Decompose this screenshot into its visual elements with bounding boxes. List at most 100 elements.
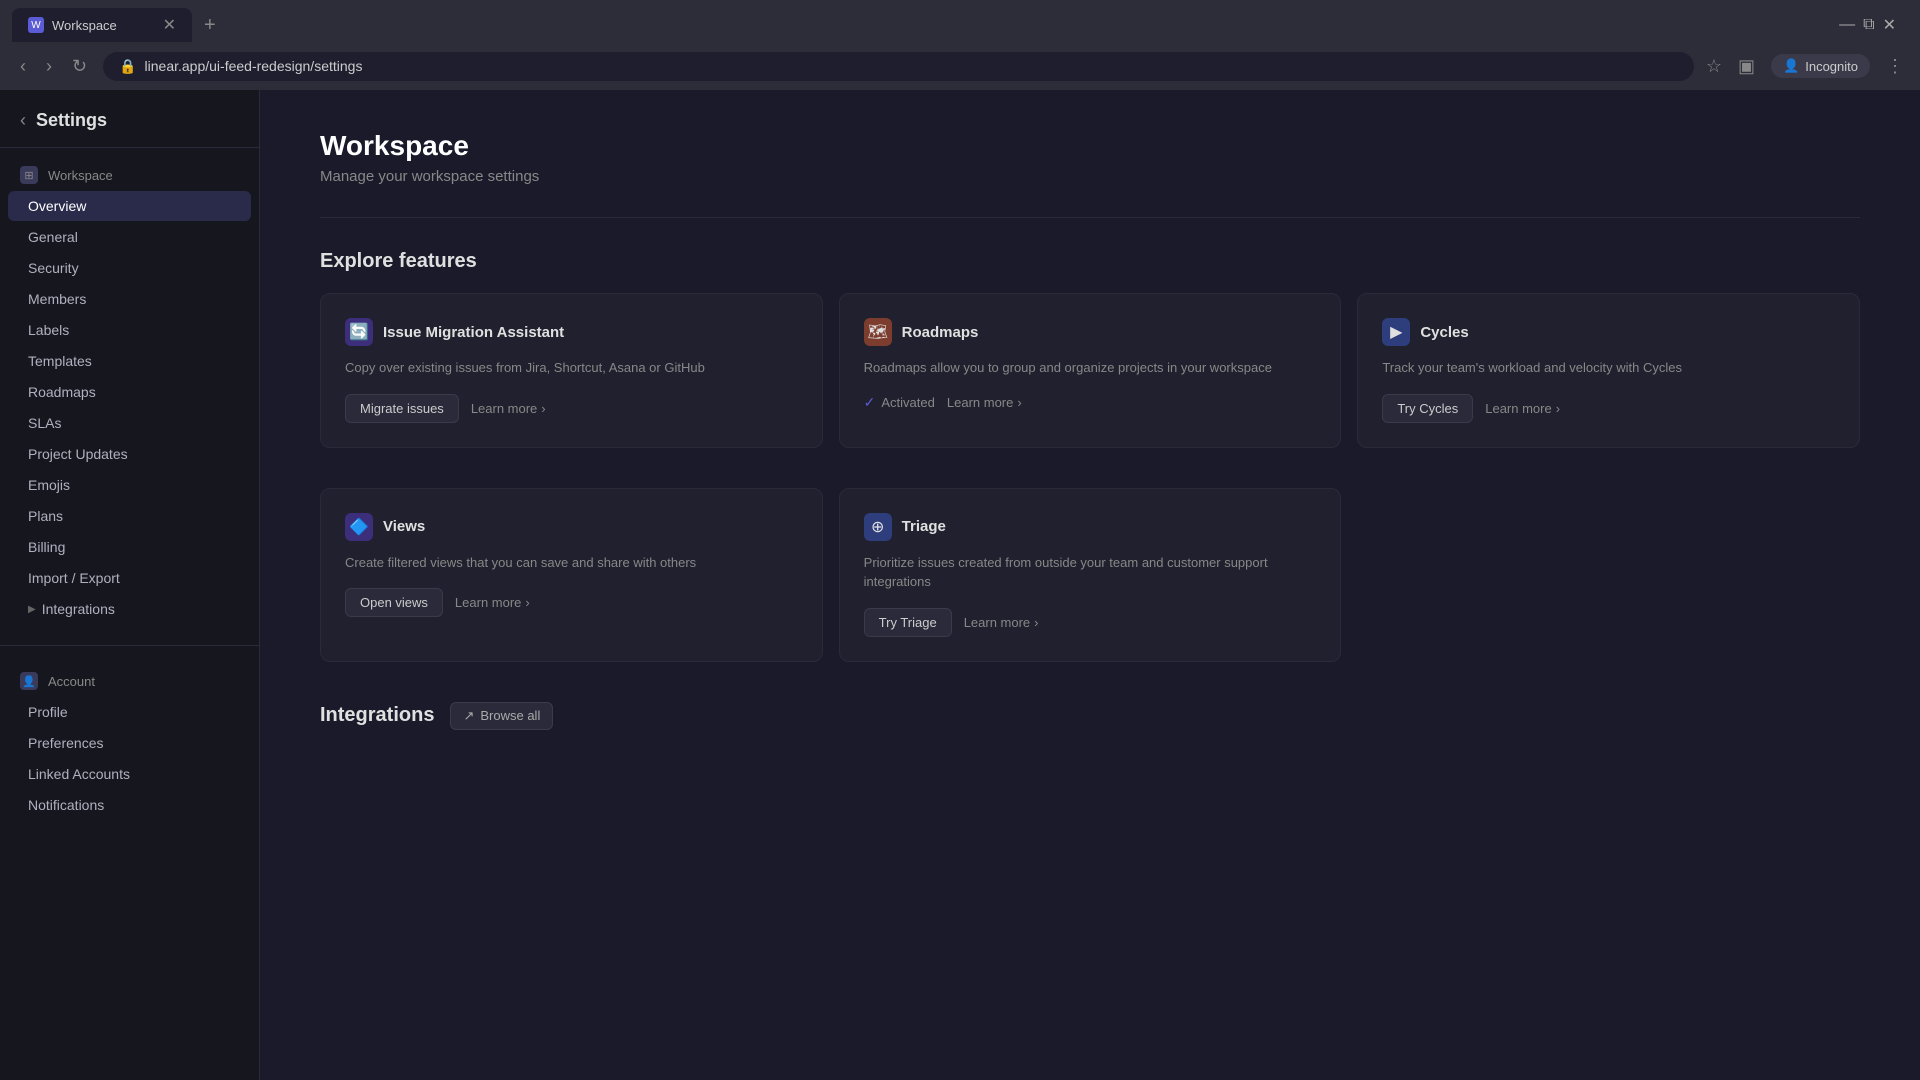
sidebar-item-plans[interactable]: Plans [8, 501, 251, 531]
sidebar-item-members[interactable]: Members [8, 284, 251, 314]
learn-more-roadmaps-button[interactable]: Learn more › [947, 395, 1022, 410]
migration-icon: 🔄 [345, 318, 373, 346]
feature-card-migration: 🔄 Issue Migration Assistant Copy over ex… [320, 293, 823, 448]
learn-more-migration-button[interactable]: Learn more › [471, 401, 546, 416]
learn-more-triage-button[interactable]: Learn more › [964, 615, 1039, 630]
learn-more-views-button[interactable]: Learn more › [455, 595, 530, 610]
app-layout: ‹ Settings ⊞ Workspace Overview General … [0, 90, 1920, 1080]
sidebar-toggle-icon[interactable]: ▣ [1738, 56, 1755, 77]
tab-close-button[interactable]: ✕ [163, 15, 176, 35]
sidebar-item-preferences[interactable]: Preferences [8, 728, 251, 758]
sidebar-item-labels[interactable]: Labels [8, 315, 251, 345]
integrations-title: Integrations [320, 704, 434, 727]
chevron-right-icon: › [1556, 401, 1560, 416]
browse-all-button[interactable]: ↗ Browse all [450, 702, 553, 730]
sidebar-header: ‹ Settings [0, 90, 259, 148]
open-views-button[interactable]: Open views [345, 588, 443, 617]
sidebar-item-general[interactable]: General [8, 222, 251, 252]
feature-card-views: 🔷 Views Create filtered views that you c… [320, 488, 823, 662]
migration-header: 🔄 Issue Migration Assistant [345, 318, 798, 346]
sidebar-item-billing[interactable]: Billing [8, 532, 251, 562]
features-top-grid: 🔄 Issue Migration Assistant Copy over ex… [320, 293, 1860, 448]
sidebar: ‹ Settings ⊞ Workspace Overview General … [0, 90, 260, 1080]
migration-name: Issue Migration Assistant [383, 324, 564, 341]
incognito-button[interactable]: 👤 Incognito [1771, 54, 1870, 78]
try-cycles-button[interactable]: Try Cycles [1382, 394, 1473, 423]
tab-bar: W Workspace ✕ + — ⧉ ✕ [0, 0, 1920, 42]
integrations-section-header: Integrations ↗ Browse all [320, 702, 1860, 730]
account-section-header: 👤 Account [0, 666, 259, 696]
sidebar-item-emojis[interactable]: Emojis [8, 470, 251, 500]
chevron-right-icon: › [525, 595, 529, 610]
account-icon: 👤 [20, 672, 38, 690]
workspace-section: ⊞ Workspace Overview General Security Me… [0, 148, 259, 637]
chevron-right-icon: › [1017, 395, 1021, 410]
sidebar-item-security[interactable]: Security [8, 253, 251, 283]
sidebar-item-overview[interactable]: Overview [8, 191, 251, 221]
sidebar-item-profile[interactable]: Profile [8, 697, 251, 727]
new-tab-button[interactable]: + [196, 10, 224, 41]
try-triage-button[interactable]: Try Triage [864, 608, 952, 637]
main-content: Workspace Manage your workspace settings… [260, 90, 1920, 1080]
browse-all-label: Browse all [480, 708, 540, 723]
feature-card-cycles: ▶ Cycles Track your team's workload and … [1357, 293, 1860, 448]
sidebar-item-linked-accounts[interactable]: Linked Accounts [8, 759, 251, 789]
triage-name: Triage [902, 518, 946, 535]
menu-icon[interactable]: ⋮ [1886, 56, 1904, 77]
forward-nav-button[interactable]: › [42, 52, 56, 81]
empty-grid-cell [1357, 488, 1860, 662]
cycles-desc: Track your team's workload and velocity … [1382, 358, 1835, 378]
sidebar-divider [0, 645, 259, 646]
url-input[interactable]: 🔒 linear.app/ui-feed-redesign/settings [103, 52, 1694, 81]
workspace-icon: ⊞ [20, 166, 38, 184]
triage-header: ⊕ Triage [864, 513, 1317, 541]
minimize-button[interactable]: — [1839, 16, 1855, 34]
sidebar-item-slas[interactable]: SLAs [8, 408, 251, 438]
sidebar-item-roadmaps[interactable]: Roadmaps [8, 377, 251, 407]
chevron-right-icon: › [541, 401, 545, 416]
bookmark-icon[interactable]: ☆ [1706, 56, 1722, 77]
browser-chrome: W Workspace ✕ + — ⧉ ✕ ‹ › ↻ 🔒 linear.app… [0, 0, 1920, 90]
sidebar-item-project-updates[interactable]: Project Updates [8, 439, 251, 469]
feature-card-triage: ⊕ Triage Prioritize issues created from … [839, 488, 1342, 662]
incognito-label: Incognito [1805, 59, 1858, 74]
roadmaps-name: Roadmaps [902, 324, 979, 341]
maximize-button[interactable]: ⧉ [1863, 16, 1874, 34]
roadmaps-desc: Roadmaps allow you to group and organize… [864, 358, 1317, 378]
sidebar-back-button[interactable]: ‹ [20, 110, 26, 131]
active-tab[interactable]: W Workspace ✕ [12, 8, 192, 42]
migration-actions: Migrate issues Learn more › [345, 394, 798, 423]
roadmaps-activated-status: ✓ Activated [864, 394, 935, 411]
learn-more-cycles-button[interactable]: Learn more › [1485, 401, 1560, 416]
tab-title: Workspace [52, 18, 117, 33]
back-nav-button[interactable]: ‹ [16, 52, 30, 81]
sidebar-item-import-export[interactable]: Import / Export [8, 563, 251, 593]
roadmaps-header: 🗺 Roadmaps [864, 318, 1317, 346]
migration-desc: Copy over existing issues from Jira, Sho… [345, 358, 798, 378]
features-bottom-grid: 🔷 Views Create filtered views that you c… [320, 488, 1860, 662]
migrate-issues-button[interactable]: Migrate issues [345, 394, 459, 423]
external-link-icon: ↗ [463, 708, 474, 724]
page-subtitle: Manage your workspace settings [320, 168, 1860, 185]
account-section: 👤 Account Profile Preferences Linked Acc… [0, 654, 259, 833]
browser-actions: ☆ ▣ 👤 Incognito ⋮ [1706, 54, 1904, 78]
window-controls: — ⧉ ✕ [1839, 15, 1908, 35]
sidebar-item-notifications[interactable]: Notifications [8, 790, 251, 820]
sidebar-item-templates[interactable]: Templates [8, 346, 251, 376]
cycles-icon: ▶ [1382, 318, 1410, 346]
title-divider [320, 217, 1860, 218]
check-icon: ✓ [864, 394, 876, 411]
cycles-header: ▶ Cycles [1382, 318, 1835, 346]
cycles-actions: Try Cycles Learn more › [1382, 394, 1835, 423]
tab-favicon: W [28, 17, 44, 33]
reload-button[interactable]: ↻ [68, 52, 91, 81]
close-window-button[interactable]: ✕ [1883, 15, 1896, 35]
chevron-right-icon: › [1034, 615, 1038, 630]
views-desc: Create filtered views that you can save … [345, 553, 798, 573]
views-header: 🔷 Views [345, 513, 798, 541]
views-actions: Open views Learn more › [345, 588, 798, 617]
sidebar-item-integrations[interactable]: Integrations [8, 594, 251, 624]
triage-desc: Prioritize issues created from outside y… [864, 553, 1317, 592]
page-title: Workspace [320, 130, 1860, 162]
url-text: linear.app/ui-feed-redesign/settings [145, 58, 363, 74]
